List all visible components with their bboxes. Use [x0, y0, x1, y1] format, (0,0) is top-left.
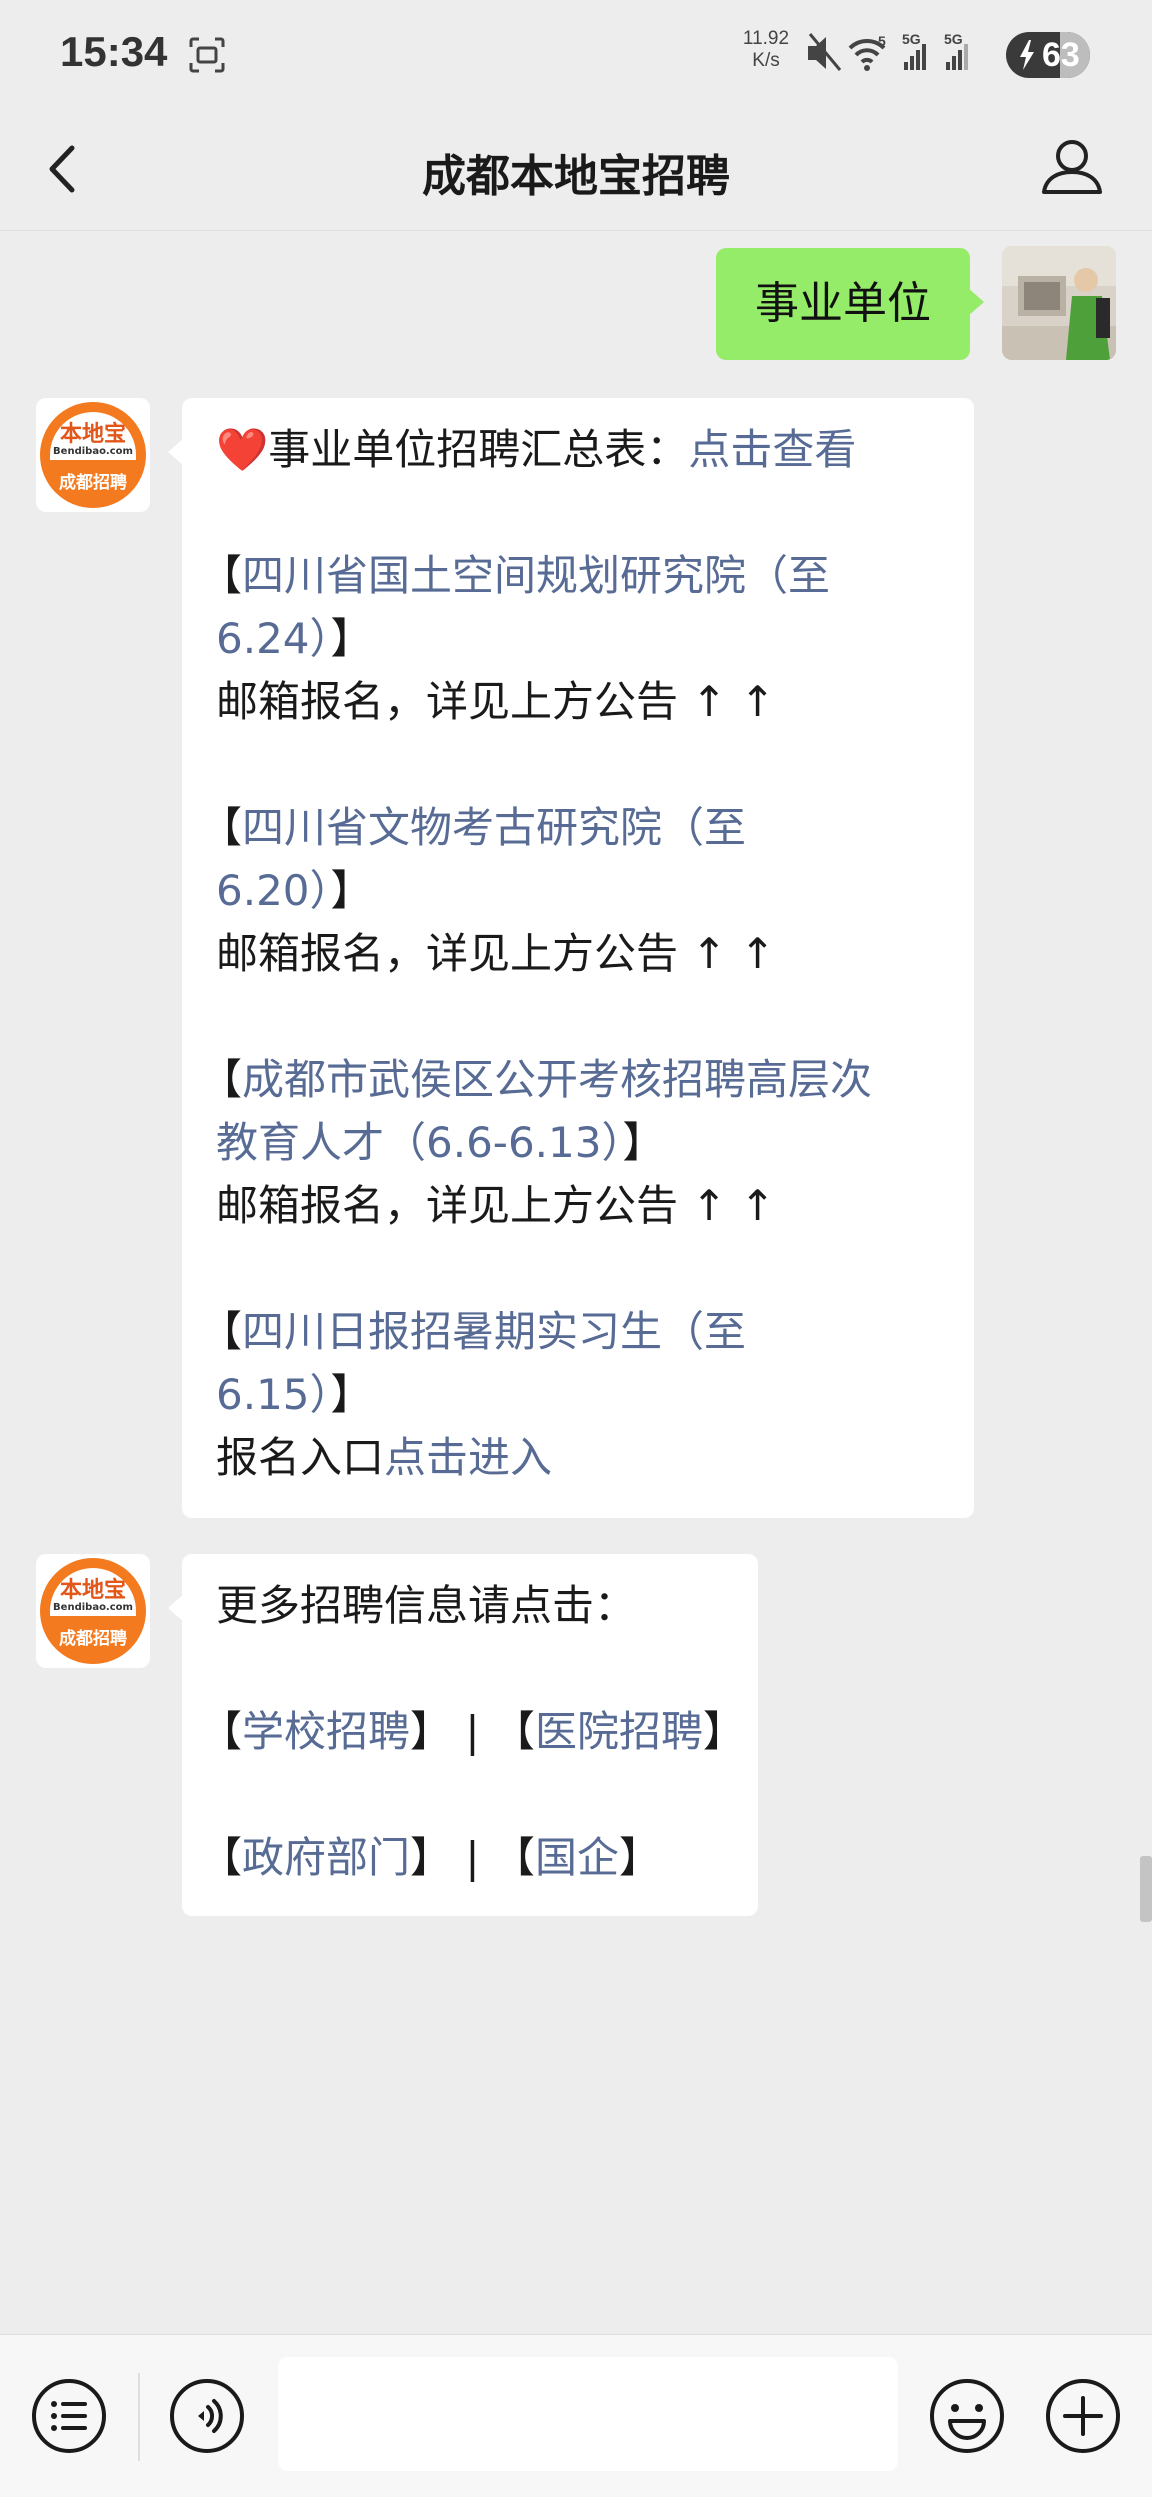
job-title-line: 【四川省文物考古研究院（至 [200, 803, 747, 852]
screen-record-icon [188, 36, 226, 78]
more-info-intro: 更多招聘信息请点击： [216, 1581, 637, 1630]
bot-avatar-sub: 成都招聘 [59, 1629, 127, 1649]
job-link[interactable]: 6.24） [216, 614, 331, 663]
job-link[interactable]: 成都市武侯区公开考核招聘高层次 [242, 1055, 872, 1104]
heart-emoji: ❤️ [216, 425, 269, 474]
summary-link[interactable]: 点击查看 [688, 425, 856, 474]
job-link[interactable]: 四川日报招暑期实习生（至 [242, 1307, 746, 1356]
school-jobs-link[interactable]: 学校招聘 [242, 1707, 410, 1756]
job-title-line: 【成都市武侯区公开考核招聘高层次 [200, 1055, 873, 1104]
outgoing-message-text: 事业单位 [755, 278, 931, 329]
plus-icon [1046, 2379, 1120, 2453]
job-title-line: 【四川日报招暑期实习生（至 [200, 1307, 747, 1356]
battery-level: 63 [1042, 36, 1080, 74]
wifi-icon: 5 [848, 33, 886, 71]
wifi-badge: 5 [878, 33, 886, 49]
job-link[interactable]: 四川省文物考古研究院（至 [242, 803, 746, 852]
signal2-label: 5G [944, 31, 963, 47]
voice-button[interactable] [168, 2377, 246, 2455]
profile-button[interactable] [1036, 132, 1108, 204]
battery-indicator: 63 [1006, 32, 1090, 78]
bot-avatar-sub: 成都招聘 [59, 473, 127, 493]
job-title-line: 6.20）】 [216, 866, 373, 915]
summary-line: ❤️事业单位招聘汇总表：点击查看 [216, 418, 974, 481]
job-note: 报名入口点击进入 [216, 1433, 553, 1482]
job-title-line: 6.15）】 [216, 1370, 373, 1419]
signal1-label: 5G [902, 31, 921, 47]
government-jobs-link[interactable]: 政府部门 [242, 1833, 410, 1882]
apply-link[interactable]: 点击进入 [384, 1433, 552, 1482]
incoming-message-bubble: ❤️事业单位招聘汇总表：点击查看 【四川省国土空间规划研究院（至 6.24）】 … [168, 398, 974, 1518]
bot-avatar-brand: 本地宝 [59, 1578, 126, 1603]
message-input[interactable] [278, 2357, 898, 2471]
outgoing-message-bubble[interactable]: 事业单位 [716, 248, 984, 360]
bot-avatar[interactable]: 本地宝 Bendibao.com 成都招聘 [36, 1554, 150, 1668]
state-enterprise-jobs-link[interactable]: 国企 [535, 1833, 619, 1882]
bot-avatar-domain: Bendibao.com [53, 446, 133, 457]
user-photo [1002, 246, 1116, 360]
voice-icon [170, 2379, 244, 2453]
charging-icon [1020, 40, 1034, 70]
mute-icon [808, 33, 842, 71]
hospital-jobs-link[interactable]: 医院招聘 [535, 1707, 703, 1756]
job-title-line: 6.24）】 [216, 614, 373, 663]
job-link[interactable]: 6.15） [216, 1370, 331, 1419]
bot-avatar[interactable]: 本地宝 Bendibao.com 成都招聘 [36, 398, 150, 512]
job-link[interactable]: 6.20） [216, 866, 331, 915]
signal-icon: 5G [902, 31, 926, 70]
job-link[interactable]: 教育人才（6.6-6.13） [216, 1118, 622, 1167]
job-link[interactable]: 四川省国土空间规划研究院（至 [242, 551, 830, 600]
input-bar [0, 2334, 1152, 2497]
job-title-line: 教育人才（6.6-6.13）】 [216, 1118, 665, 1167]
person-icon [1042, 140, 1102, 194]
emoji-button[interactable] [928, 2377, 1006, 2455]
network-speed-unit: K/s [752, 50, 780, 71]
bot-avatar-brand: 本地宝 [59, 422, 126, 447]
nav-bar: 成都本地宝招聘 [0, 110, 1152, 231]
more-button[interactable] [1044, 2377, 1122, 2455]
chat-title: 成都本地宝招聘 [422, 151, 730, 202]
job-title-line: 【四川省国土空间规划研究院（至 [200, 551, 831, 600]
incoming-message-bubble: 更多招聘信息请点击： 【学校招聘】 | 【医院招聘】 【政府部门】 | 【国企】 [168, 1554, 758, 1916]
bot-avatar-domain: Bendibao.com [53, 1602, 133, 1613]
menu-button[interactable] [30, 2377, 108, 2455]
status-bar: 15:34 11.92 K/s 5 5G 5G 63 [0, 0, 1152, 110]
job-note: 邮箱报名，详见上方公告 ↑ ↑ [216, 929, 776, 978]
category-links-row: 【学校招聘】 | 【医院招聘】 [200, 1707, 745, 1756]
network-speed-value: 11.92 [742, 28, 790, 49]
emoji-icon [930, 2379, 1004, 2453]
job-note: 邮箱报名，详见上方公告 ↑ ↑ [216, 677, 776, 726]
user-avatar[interactable] [1002, 246, 1116, 360]
list-menu-icon [32, 2379, 106, 2453]
divider [138, 2373, 140, 2461]
signal-icon: 5G [944, 31, 968, 70]
job-note: 邮箱报名，详见上方公告 ↑ ↑ [216, 1181, 776, 1230]
status-time: 15:34 [60, 28, 168, 75]
summary-label: 事业单位招聘汇总表： [268, 425, 689, 474]
category-links-row: 【政府部门】 | 【国企】 [200, 1833, 661, 1882]
network-speed: 11.92 K/s [738, 28, 794, 72]
scrollbar-thumb[interactable] [1140, 1856, 1152, 1922]
